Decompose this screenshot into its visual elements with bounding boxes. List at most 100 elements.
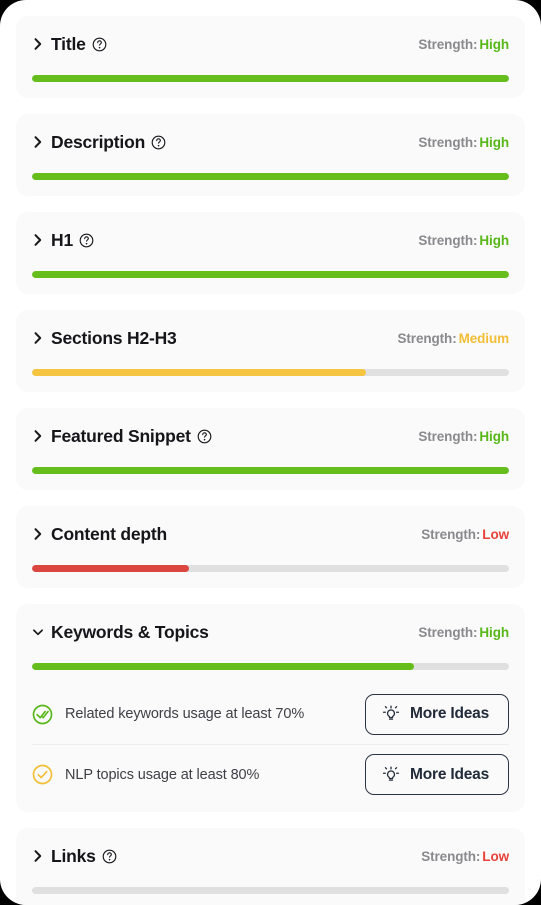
section-header-links[interactable]: Links Strength: Low bbox=[32, 842, 509, 870]
check-label: NLP topics usage at least 80% bbox=[65, 766, 260, 783]
strength-value: Low bbox=[482, 848, 509, 864]
strength-badge: Strength: Low bbox=[421, 849, 509, 864]
section-header-featured-snippet[interactable]: Featured Snippet Strength: High bbox=[32, 422, 509, 450]
strength-progress-fill bbox=[32, 467, 509, 474]
help-icon[interactable] bbox=[151, 135, 166, 150]
strength-progress-track bbox=[32, 663, 509, 670]
chevron-right-icon[interactable] bbox=[32, 849, 44, 863]
strength-value: High bbox=[479, 428, 509, 444]
strength-progress-track bbox=[32, 565, 509, 572]
strength-progress-track bbox=[32, 75, 509, 82]
section-header-left: Keywords & Topics bbox=[32, 622, 209, 643]
chevron-right-icon[interactable] bbox=[32, 233, 44, 247]
section-title: Keywords & Topics bbox=[51, 621, 209, 642]
section-card-sections-h2-h3: Sections H2-H3 Strength: Medium bbox=[16, 310, 525, 392]
section-title: H1 bbox=[51, 229, 73, 250]
strength-value: Low bbox=[482, 526, 509, 542]
strength-progress-fill bbox=[32, 369, 366, 376]
section-header-left: Links bbox=[32, 846, 117, 867]
strength-label: Strength: bbox=[397, 330, 457, 346]
section-title: Featured Snippet bbox=[51, 425, 191, 446]
chevron-right-icon[interactable] bbox=[32, 331, 44, 345]
strength-label: Strength: bbox=[418, 624, 478, 640]
strength-label: Strength: bbox=[421, 848, 481, 864]
check-label: Related keywords usage at least 70% bbox=[65, 706, 305, 722]
strength-progress-fill bbox=[32, 663, 414, 670]
strength-progress-track bbox=[32, 369, 509, 376]
strength-badge: Strength: Low bbox=[421, 527, 509, 542]
strength-badge: Strength: High bbox=[418, 233, 509, 248]
section-header-left: Content depth bbox=[32, 524, 167, 545]
strength-value: Medium bbox=[458, 330, 510, 346]
strength-progress-fill bbox=[32, 271, 509, 278]
strength-label: Strength: bbox=[421, 526, 481, 542]
section-header-content-depth[interactable]: Content depth Strength: Low bbox=[32, 520, 509, 548]
strength-progress-track bbox=[32, 173, 509, 180]
section-header-h1[interactable]: H1 Strength: High bbox=[32, 226, 509, 254]
help-icon[interactable] bbox=[197, 429, 212, 444]
section-header-left: H1 bbox=[32, 230, 94, 251]
strength-badge: Strength: High bbox=[418, 429, 509, 444]
chevron-down-icon[interactable] bbox=[32, 625, 44, 639]
chevron-right-icon[interactable] bbox=[32, 37, 44, 51]
chevron-right-icon[interactable] bbox=[32, 429, 44, 443]
section-card-title: Title Strength: High bbox=[16, 16, 525, 98]
seo-content-checklist-panel: Title Strength: High Description Strength: Hi… bbox=[0, 0, 541, 905]
section-card-content-depth: Content depth Strength: Low bbox=[16, 506, 525, 588]
section-card-links: Links Strength: Low bbox=[16, 828, 525, 905]
more-ideas-label: More Ideas bbox=[410, 765, 489, 783]
lightbulb-icon bbox=[381, 765, 401, 785]
chevron-right-icon[interactable] bbox=[32, 527, 44, 541]
check-rows: Related keywords usage at least 70% More … bbox=[32, 684, 509, 804]
strength-value: High bbox=[479, 36, 509, 52]
section-card-keywords-topics: Keywords & Topics Strength: High Related ke… bbox=[16, 604, 525, 812]
strength-progress-fill bbox=[32, 75, 509, 82]
strength-value: High bbox=[479, 134, 509, 150]
strength-progress-fill bbox=[32, 173, 509, 180]
check-circle-icon bbox=[32, 764, 53, 785]
lightbulb-icon bbox=[381, 704, 401, 724]
strength-label: Strength: bbox=[418, 428, 478, 444]
strength-progress-track bbox=[32, 467, 509, 474]
check-double-circle-icon bbox=[32, 704, 53, 725]
strength-progress-track bbox=[32, 887, 509, 894]
more-ideas-label: More Ideas bbox=[410, 705, 489, 722]
strength-value: High bbox=[479, 232, 509, 248]
strength-value: High bbox=[479, 624, 509, 640]
sections-scroll-area[interactable]: Title Strength: High Description Strength: Hi… bbox=[0, 0, 541, 905]
check-row: Related keywords usage at least 70% More … bbox=[32, 684, 509, 744]
strength-badge: Strength: High bbox=[418, 625, 509, 640]
section-card-h1: H1 Strength: High bbox=[16, 212, 525, 294]
check-row-left: Related keywords usage at least 70% bbox=[32, 704, 304, 725]
help-icon[interactable] bbox=[102, 849, 117, 864]
section-title: Title bbox=[51, 33, 86, 54]
more-ideas-button[interactable]: More Ideas bbox=[365, 693, 509, 735]
strength-progress-fill bbox=[32, 565, 190, 572]
strength-label: Strength: bbox=[418, 36, 478, 52]
strength-badge: Strength: High bbox=[418, 135, 509, 150]
section-title: Links bbox=[51, 845, 96, 866]
help-icon[interactable] bbox=[79, 233, 94, 248]
chevron-right-icon[interactable] bbox=[32, 135, 44, 149]
strength-label: Strength: bbox=[418, 232, 478, 248]
section-header-title[interactable]: Title Strength: High bbox=[32, 30, 509, 58]
section-title: Sections H2-H3 bbox=[51, 327, 177, 348]
section-card-featured-snippet: Featured Snippet Strength: High bbox=[16, 408, 525, 490]
section-title: Content depth bbox=[51, 523, 167, 544]
check-row: NLP topics usage at least 80% More Ideas bbox=[32, 744, 509, 804]
check-row-left: NLP topics usage at least 80% bbox=[32, 764, 259, 785]
strength-badge: Strength: Medium bbox=[398, 331, 510, 346]
strength-badge: Strength: High bbox=[418, 37, 509, 52]
more-ideas-button[interactable]: More Ideas bbox=[365, 754, 509, 795]
section-header-keywords-topics[interactable]: Keywords & Topics Strength: High bbox=[32, 618, 509, 646]
section-header-left: Title bbox=[32, 34, 107, 55]
section-card-description: Description Strength: High bbox=[16, 114, 525, 196]
section-header-left: Description bbox=[32, 132, 166, 153]
section-header-sections-h2-h3[interactable]: Sections H2-H3 Strength: Medium bbox=[32, 324, 509, 352]
section-title: Description bbox=[51, 131, 146, 152]
section-header-description[interactable]: Description Strength: High bbox=[32, 128, 509, 156]
section-header-left: Featured Snippet bbox=[32, 426, 212, 447]
strength-label: Strength: bbox=[418, 134, 478, 150]
help-icon[interactable] bbox=[92, 37, 107, 52]
section-header-left: Sections H2-H3 bbox=[32, 328, 177, 349]
